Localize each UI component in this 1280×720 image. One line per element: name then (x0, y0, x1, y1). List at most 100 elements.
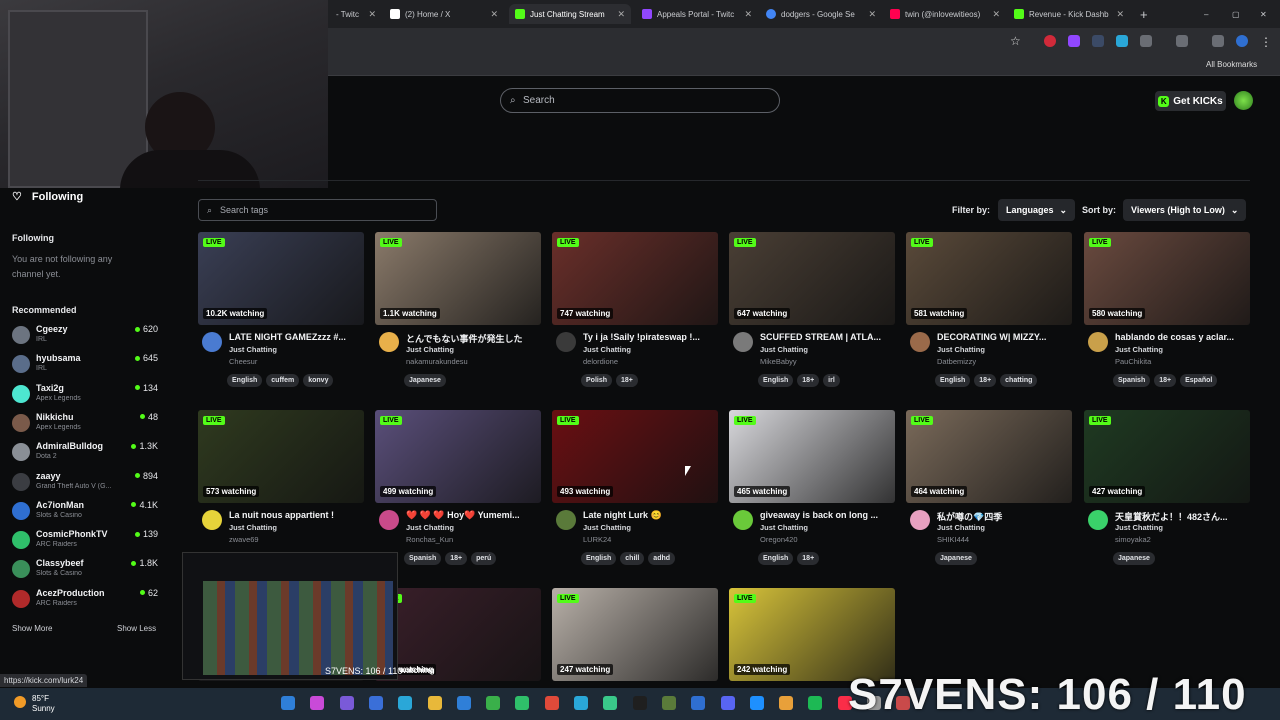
stream-title[interactable]: 天皇賞秋だよ！！482さん... (1115, 510, 1249, 523)
browser-tab[interactable]: dodgers - Google Se ✕ (760, 4, 882, 24)
stream-thumbnail[interactable]: LIVE 747 watching (552, 232, 718, 325)
browser-tab-active[interactable]: Just Chatting Stream ✕ (509, 4, 631, 24)
avatar[interactable] (1088, 332, 1108, 352)
stream-category[interactable]: Just Chatting (583, 345, 631, 354)
browser-tab[interactable]: (2) Home / X ✕ (384, 4, 504, 24)
tag-chip[interactable]: 18+ (797, 374, 820, 387)
explorer-icon[interactable] (427, 696, 442, 710)
streamer-name[interactable]: Datbemizzy (937, 357, 976, 366)
tag-chip[interactable]: 18+ (445, 552, 468, 565)
new-tab-button[interactable]: + (1134, 4, 1154, 24)
close-icon[interactable]: ✕ (1116, 9, 1124, 20)
teams-icon[interactable] (339, 696, 354, 710)
tag-chip[interactable]: konvy (303, 374, 334, 387)
extension-icon[interactable] (1044, 35, 1056, 47)
streamer-name[interactable]: nakamurakundesu (406, 357, 468, 366)
skype-icon[interactable] (749, 696, 764, 710)
streamer-name[interactable]: Ronchas_Kun (406, 535, 453, 544)
tag-chip[interactable]: English (227, 374, 263, 387)
profile-icon[interactable] (1236, 35, 1248, 47)
sidebar-item[interactable]: Cgeezy IRL 620 (12, 324, 162, 350)
weather-widget[interactable]: 85°F Sunny (14, 694, 55, 714)
tag-chip[interactable]: irl (823, 374, 840, 387)
stream-thumbnail[interactable]: LIVE 242 watching (729, 588, 895, 681)
star-icon[interactable]: ☆ (1010, 34, 1021, 48)
browser-tab[interactable]: - Twitc ✕ (330, 4, 382, 24)
stream-thumbnail[interactable]: LIVE 1.1K watching (375, 232, 541, 325)
minimize-button[interactable]: – (1198, 4, 1214, 24)
sidebar-item[interactable]: CosmicPhonkTV ARC Raiders 139 (12, 529, 162, 555)
stream-title[interactable]: La nuit nous appartient ! (229, 510, 363, 520)
stream-thumbnail[interactable]: LIVE 427 watching (1084, 410, 1250, 503)
sidebar-item[interactable]: zaayy Grand Theft Auto V (G... 894 (12, 471, 162, 497)
stream-category[interactable]: Just Chatting (937, 345, 985, 354)
tag-chip[interactable]: English (758, 552, 794, 565)
browser-tab[interactable]: twin (@inlovewitieos) ✕ (884, 4, 1006, 24)
more-icon[interactable]: ⋮ (1260, 35, 1272, 49)
stream-title[interactable]: LATE NIGHT GAMEZzzz #... (229, 332, 363, 342)
avatar[interactable] (202, 332, 222, 352)
stream-title[interactable]: DECORATING W| MIZZY... (937, 332, 1071, 342)
stream-category[interactable]: Just Chatting (760, 523, 808, 532)
avatar[interactable] (1234, 91, 1253, 110)
avatar[interactable] (733, 332, 753, 352)
streamer-name[interactable]: zwave69 (229, 535, 259, 544)
stream-category[interactable]: Just Chatting (760, 345, 808, 354)
store-icon[interactable] (398, 696, 413, 710)
stream-category[interactable]: Just Chatting (1115, 523, 1163, 532)
windows-start-icon[interactable] (281, 696, 295, 710)
tag-chip[interactable]: Spanish (404, 552, 442, 565)
edge-icon[interactable] (368, 696, 383, 710)
photoshop-icon[interactable] (544, 696, 559, 710)
stream-category[interactable]: Just Chatting (1115, 345, 1163, 354)
avatar[interactable] (379, 332, 399, 352)
photos-icon[interactable] (515, 696, 530, 710)
streamer-name[interactable]: simoyaka2 (1115, 535, 1151, 544)
stream-title[interactable]: とんでもない事件が発生した (406, 332, 540, 345)
stream-category[interactable]: Just Chatting (937, 523, 985, 532)
stream-thumbnail[interactable]: LIVE 464 watching (906, 410, 1072, 503)
puzzle-icon[interactable] (1140, 35, 1152, 47)
following-nav[interactable]: ♡ Following (12, 190, 83, 204)
avatar[interactable] (556, 332, 576, 352)
stream-title[interactable]: Ty i ja !Saily !pirateswap !... (583, 332, 717, 342)
app-icon[interactable] (691, 696, 706, 710)
spotify-icon[interactable] (808, 696, 823, 710)
sidebar-item[interactable]: Taxi2g Apex Legends 134 (12, 383, 162, 409)
stream-title[interactable]: 私が噂の💎四季 (937, 510, 1071, 523)
stream-thumbnail[interactable]: LIVE 647 watching (729, 232, 895, 325)
tag-chip[interactable]: Polish (581, 374, 613, 387)
stream-thumbnail[interactable]: LIVE 499 watching (375, 410, 541, 503)
copilot-icon[interactable] (310, 696, 325, 710)
stream-category[interactable]: Just Chatting (229, 523, 277, 532)
tag-chip[interactable]: English (935, 374, 971, 387)
avatar[interactable] (556, 510, 576, 530)
app-icon[interactable] (603, 696, 618, 710)
tag-chip[interactable]: Español (1180, 374, 1218, 387)
avatar[interactable] (1088, 510, 1108, 530)
tag-chip[interactable]: 18+ (797, 552, 820, 565)
menu-icon[interactable] (1212, 35, 1224, 47)
stream-title[interactable]: Late night Lurk 😊 (583, 510, 717, 521)
sidebar-item[interactable]: Nikkichu Apex Legends 48 (12, 412, 162, 438)
streamer-name[interactable]: SHIKI444 (937, 535, 969, 544)
tag-chip[interactable]: Spanish (1113, 374, 1151, 387)
sidebar-item[interactable]: AdmiralBulldog Dota 2 1.3K (12, 441, 162, 467)
maximize-button[interactable]: ▢ (1226, 4, 1242, 24)
extension-icon[interactable] (1116, 35, 1128, 47)
get-kicks-button[interactable]: K Get KICKs (1155, 91, 1226, 111)
chrome-icon[interactable] (574, 696, 588, 710)
sort-dropdown[interactable]: Viewers (High to Low) ⌄ (1123, 199, 1247, 221)
close-icon[interactable]: ✕ (490, 9, 498, 20)
tag-chip[interactable]: adhd (648, 552, 676, 565)
close-icon[interactable]: ✕ (617, 9, 625, 20)
close-window-button[interactable]: ✕ (1254, 4, 1270, 24)
close-icon[interactable]: ✕ (368, 9, 376, 20)
streamer-name[interactable]: delordione (583, 357, 618, 366)
stream-title[interactable]: ❤️ ❤️ ❤️ Hoy❤️ Yumemi... (406, 510, 540, 521)
tag-chip[interactable]: Japanese (404, 374, 446, 387)
extension-icon[interactable] (1068, 35, 1080, 47)
stream-thumbnail[interactable]: LIVE 247 watching (552, 588, 718, 681)
sidepanel-icon[interactable] (1176, 35, 1188, 47)
app-icon[interactable] (779, 696, 794, 710)
